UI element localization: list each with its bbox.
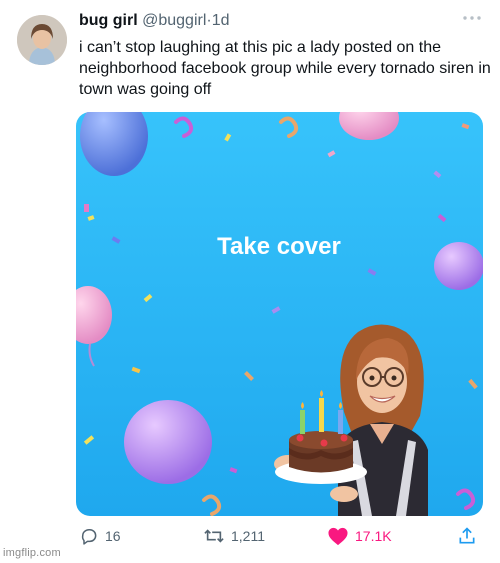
retweet-count: 1,211: [231, 528, 265, 544]
like-button[interactable]: 17.1K: [327, 526, 392, 546]
image-caption: Take cover: [217, 233, 341, 260]
tweet-header: bug girl @buggirl·1d: [79, 12, 230, 30]
retweet-button[interactable]: 1,211: [203, 526, 265, 546]
tweet-image[interactable]: Take cover: [76, 112, 483, 516]
tweet-actions: 16 1,211 17.1K: [76, 522, 486, 552]
like-icon: [328, 527, 348, 546]
author-handle[interactable]: @buggirl: [142, 12, 206, 29]
imgflip-watermark: imgflip.com: [3, 547, 61, 559]
timestamp[interactable]: 1d: [212, 12, 230, 29]
like-count: 17.1K: [355, 528, 392, 544]
tweet-text: i can’t stop laughing at this pic a lady…: [79, 39, 491, 98]
balloon-purple-bottom: [124, 400, 212, 484]
share-icon: [459, 527, 475, 544]
more-options-icon[interactable]: [460, 10, 484, 26]
reply-button[interactable]: 16: [79, 526, 121, 546]
reply-icon: [81, 529, 97, 545]
reply-count: 16: [105, 528, 121, 544]
author-name[interactable]: bug girl: [79, 12, 138, 29]
balloon-purple-right: [434, 242, 483, 290]
retweet-icon: [204, 529, 224, 543]
author-avatar[interactable]: [17, 15, 67, 65]
tweet: bug girl @buggirl·1d i can’t stop laughi…: [0, 0, 500, 563]
share-button[interactable]: [457, 526, 477, 546]
